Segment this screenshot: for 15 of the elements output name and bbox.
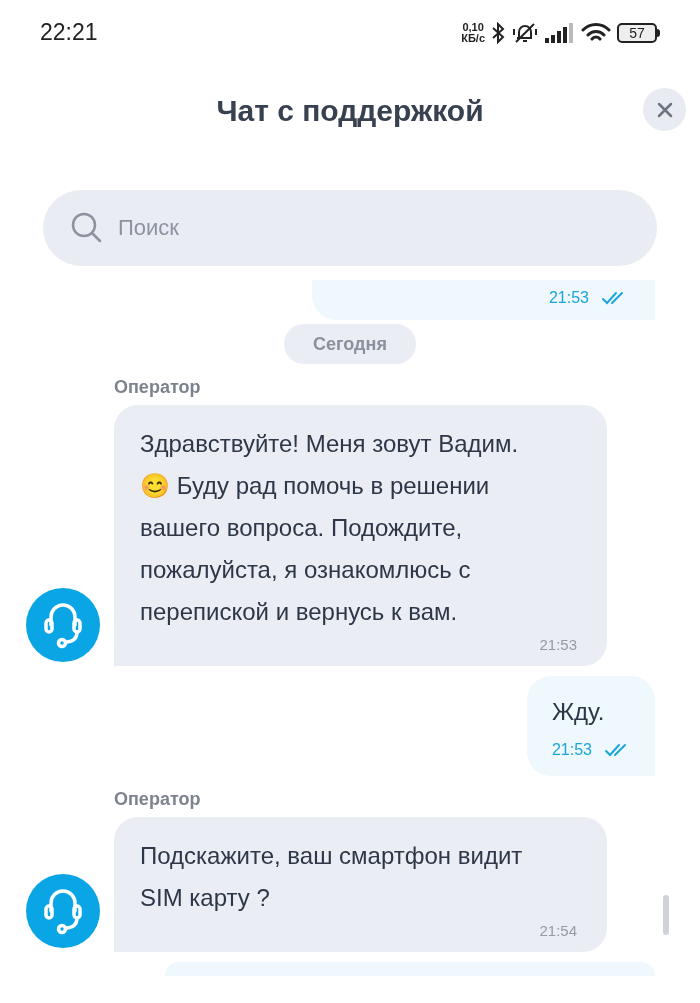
message-text: Жду. — [551, 697, 606, 727]
window-title: Чат с поддержкой — [216, 92, 484, 129]
message-time: 21:53 — [539, 637, 577, 652]
message-text: Здравствуйте! Меня зовут Вадим. 😊 Буду рад помочь в решении вашего вопроса. Подождите, пожалуйста, я ознакомлюсь с перепиской и вернусь к вам. — [140, 429, 520, 627]
network-speed: 0,10 КБ/с — [461, 21, 485, 44]
message-text: Подскажите, ваш смартфон видит SIM карту ? — [140, 841, 524, 913]
battery-icon: 57 — [617, 22, 660, 43]
message-time: 21:53 — [551, 742, 592, 758]
search-field[interactable]: Поиск — [43, 190, 657, 266]
sender-name: Оператор — [114, 378, 202, 396]
sender-name: Оператор — [114, 790, 202, 808]
message-time: 21:53 — [548, 290, 589, 306]
date-chip: Сегодня — [284, 324, 416, 364]
status-time: 22:21 — [40, 18, 98, 48]
message-time: 21:54 — [539, 923, 577, 938]
